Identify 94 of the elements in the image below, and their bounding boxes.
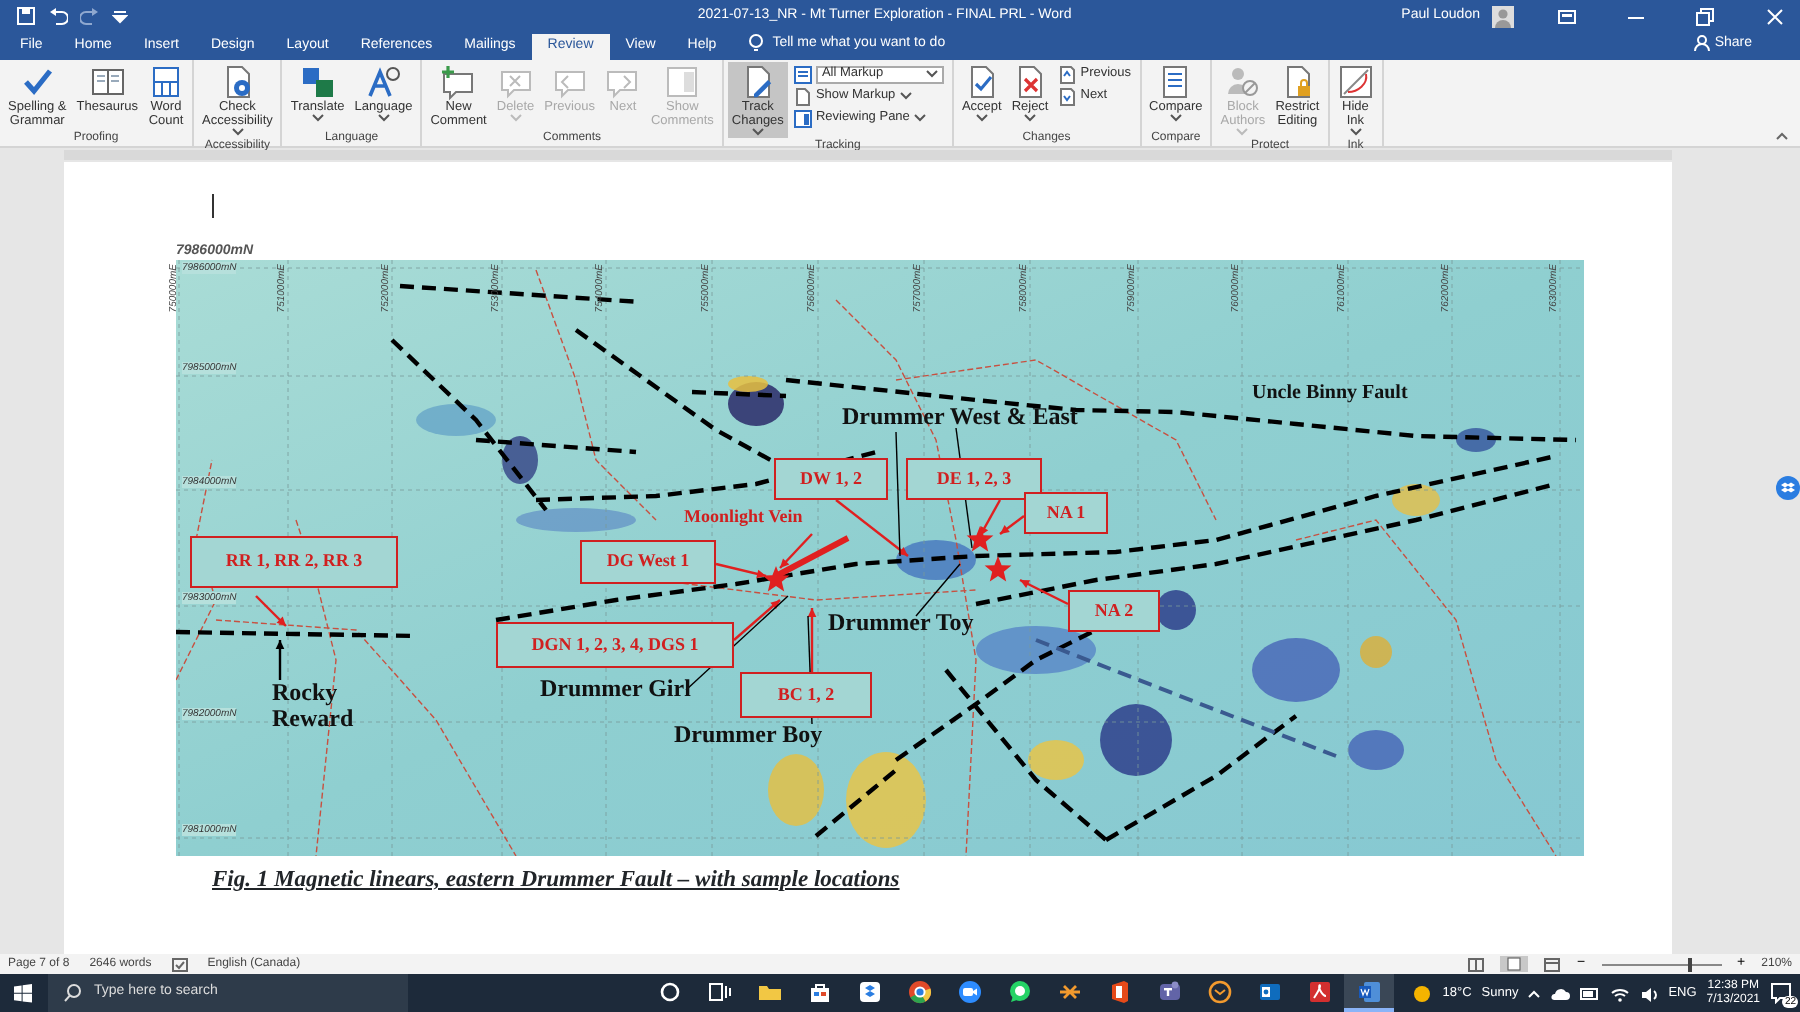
pdf-icon [1307, 979, 1331, 1003]
circle-icon [657, 979, 681, 1003]
magnetic-anomaly [416, 404, 496, 436]
magnetic-anomaly [1156, 590, 1196, 630]
redo-icon[interactable] [80, 6, 100, 26]
site-label: Drummer Toy [828, 610, 974, 636]
leader-arrow [255, 595, 287, 627]
leader-arrow [715, 562, 767, 579]
text-cursor [212, 194, 214, 218]
sample-star [966, 526, 994, 552]
magnetic-anomaly [1360, 636, 1392, 668]
save-icon[interactable] [16, 6, 36, 26]
leader-line [895, 431, 901, 557]
site-label: Drummer West & East [842, 404, 1078, 430]
panel-icon [793, 109, 812, 127]
leader-arrow [1019, 578, 1069, 606]
read-mode-icon[interactable] [1468, 957, 1485, 971]
check-icon [19, 64, 56, 100]
sample-callout: BC 1, 2 [740, 672, 872, 718]
magnetic-anomaly [976, 626, 1096, 674]
sample-callout: RR 1, RR 2, RR 3 [190, 536, 398, 588]
cloud-icon[interactable] [1550, 985, 1571, 1001]
ribbon-display-icon[interactable] [1558, 7, 1576, 25]
person-icon [1694, 34, 1711, 53]
document-arrow-icon [1058, 87, 1077, 105]
arrows-icon [1057, 979, 1081, 1003]
magnetic-anomaly [1028, 740, 1084, 780]
sun-icon[interactable] [1412, 983, 1433, 1003]
translate-icon [299, 64, 336, 100]
fault-label: Uncle Binny Fault [1252, 384, 1408, 405]
web-layout-icon[interactable] [1544, 957, 1561, 971]
leader-arrow [807, 608, 817, 672]
sample-star [762, 566, 790, 592]
search-icon [64, 984, 82, 1002]
vein-label: Moonlight Vein [684, 508, 803, 527]
battery-icon[interactable] [1580, 985, 1601, 1001]
sample-callout: DGN 1, 2, 3, 4, DGS 1 [496, 622, 734, 668]
lightbulb-icon [748, 34, 765, 53]
shopping-bag-icon [807, 979, 831, 1003]
dropbox-icon[interactable] [1776, 476, 1800, 500]
site-label: Drummer Girl [540, 676, 691, 702]
fault-line [814, 768, 898, 838]
magnetic-anomaly [1348, 730, 1404, 770]
speaker-icon[interactable] [1640, 985, 1659, 1001]
leader-arrow [733, 599, 781, 641]
chat-bubble-icon [1007, 979, 1031, 1003]
people-icon [1157, 979, 1181, 1003]
figure-caption: Fig. 1 Magnetic linears, eastern Drummer Fault – with sample locations [212, 866, 900, 896]
document-icon [793, 87, 812, 105]
leader-arrow [275, 640, 285, 680]
sample-callout: DE 1, 2, 3 [906, 458, 1042, 500]
language-icon [365, 64, 402, 100]
site-label: Rocky Reward [272, 680, 354, 731]
restore-icon[interactable] [1696, 7, 1714, 25]
leader-arrow [835, 499, 909, 557]
magnetic-anomaly [896, 540, 976, 580]
proofing-icon[interactable] [171, 957, 188, 971]
box-icon [857, 979, 881, 1003]
document-arrow-icon [1058, 65, 1077, 83]
mail-icon [1257, 979, 1281, 1003]
magnetic-anomaly [1100, 704, 1172, 776]
task-view-icon [707, 979, 731, 1003]
sample-callout: NA 1 [1024, 492, 1108, 534]
magnetic-anomaly [1456, 428, 1496, 452]
notification-icon[interactable] [1770, 982, 1792, 1004]
close-icon[interactable] [1766, 7, 1784, 25]
sample-callout: NA 2 [1068, 590, 1160, 632]
magnetic-anomaly [768, 754, 824, 826]
magnetic-anomaly [846, 752, 926, 848]
sample-callout: DW 1, 2 [774, 458, 888, 500]
magnetic-anomaly [1392, 484, 1440, 516]
undo-icon[interactable] [48, 6, 68, 26]
word-icon [1357, 979, 1381, 1003]
leader-line [915, 563, 961, 617]
zoom-slider-thumb[interactable] [1687, 957, 1692, 971]
print-layout-icon[interactable] [1500, 956, 1529, 972]
sample-star [984, 556, 1012, 582]
camera-icon [957, 979, 981, 1003]
markup-icon[interactable] [793, 65, 812, 83]
magnetic-anomaly [516, 508, 636, 532]
office-icon [1107, 979, 1131, 1003]
chevron-up-icon[interactable] [1528, 989, 1541, 997]
sample-callout: DG West 1 [580, 540, 716, 584]
chrome-icon [907, 979, 931, 1003]
magnetic-anomaly [1252, 638, 1340, 702]
magnetic-anomaly [502, 436, 538, 484]
vein-line [774, 535, 850, 579]
site-label: Drummer Boy [674, 722, 823, 748]
avatar-icon[interactable] [1492, 5, 1514, 27]
customize-icon[interactable] [112, 8, 128, 24]
collapse-icon[interactable] [1776, 132, 1788, 140]
windows-logo-icon[interactable] [13, 983, 31, 1003]
wifi-icon[interactable] [1610, 985, 1631, 1001]
leader-arrow [779, 533, 813, 569]
